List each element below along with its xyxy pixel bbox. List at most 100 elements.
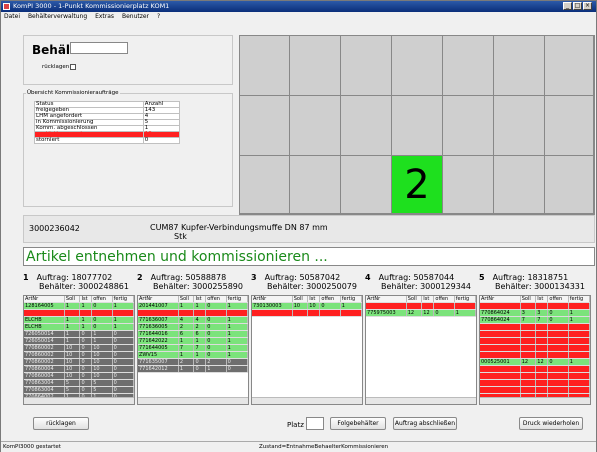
close-button[interactable]: ×: [583, 2, 592, 10]
order-row[interactable]: 201441007 1 1 0 1: [138, 302, 248, 310]
order-cell: 0: [91, 323, 113, 331]
order-cell: 726050014: [24, 337, 65, 345]
order-cell: 1: [454, 309, 476, 317]
uebersicht-row[interactable]: storniert 0: [34, 137, 181, 144]
order-cell: [520, 337, 537, 345]
order-cell: [547, 337, 569, 345]
order-4: 4 Auftrag: 50587044 Behälter: 3000129344 …: [365, 273, 480, 412]
order-cell: 10: [64, 365, 81, 373]
order-row[interactable]: 771636005 2 2 0 1: [138, 323, 248, 331]
order-cell: 10: [91, 365, 113, 373]
order-row[interactable]: 771635007 2 0 2 0: [138, 358, 248, 366]
order-row[interactable]: 770860002 10 0 10 0: [24, 344, 134, 352]
order-row[interactable]: ...: [480, 302, 590, 310]
horizontal-scrollbar[interactable]: [24, 397, 134, 404]
minimize-button[interactable]: _: [563, 2, 572, 10]
order-cell: 1: [568, 316, 590, 324]
order-row[interactable]: ELCHB 1 1 0 1: [24, 323, 134, 331]
order-cell: 2: [205, 358, 227, 366]
menu-help[interactable]: ?: [154, 13, 163, 20]
order-row[interactable]: ... 1 1 0 1: [24, 309, 134, 317]
order-row[interactable]: 770860002 10 0 10 0: [24, 351, 134, 359]
order-cell: 770864024: [480, 309, 521, 317]
order-cell: [535, 302, 549, 310]
order-cell: 1: [112, 302, 134, 310]
menu-datei[interactable]: Datei: [1, 13, 23, 20]
order-cell: 128164005: [24, 302, 65, 310]
horizontal-scrollbar[interactable]: [252, 397, 362, 404]
order-row[interactable]: ELCHB 1 1 0 1: [24, 316, 134, 324]
order-row[interactable]: 000525001 12 12 0 1: [480, 358, 590, 366]
order-list[interactable]: ArtNr Soll Ist offen fertig... 770864024 3 3 0 1 7…: [479, 295, 591, 405]
order-row[interactable]: 770864024 7 7 0 1: [480, 316, 590, 324]
order-list[interactable]: ArtNr Soll Ist offen fertig 201441007 1 1 0 1... 1…: [137, 295, 249, 405]
auftrag-abschliessen-button[interactable]: Auftrag abschließen: [393, 417, 457, 430]
uebersicht-status: storniert: [34, 137, 144, 144]
horizontal-scrollbar[interactable]: [480, 397, 590, 404]
order-row[interactable]: 726050014 1 0 1 0: [24, 337, 134, 345]
order-row[interactable]: ...: [480, 351, 590, 359]
order-row[interactable]: ... 1: [366, 302, 476, 310]
order-row[interactable]: ...: [480, 386, 590, 394]
order-row[interactable]: 128164005 1 1 0 1: [24, 302, 134, 310]
order-row[interactable]: 770860004 10 0 10 0: [24, 365, 134, 373]
ruecklagen-checkbox[interactable]: [70, 64, 76, 70]
order-cell: 1: [91, 330, 113, 338]
order-row[interactable]: ...: [480, 330, 590, 338]
order-row[interactable]: 771644016 6 6 0 1: [138, 330, 248, 338]
order-row[interactable]: 775975003 12 12 0 1: [366, 309, 476, 317]
order-cell: [568, 379, 590, 387]
druck-wiederholen-button[interactable]: Druck wiederholen: [519, 417, 583, 430]
order-cell: [547, 330, 569, 338]
order-row[interactable]: 770860002 10 0 10 0: [24, 358, 134, 366]
order-cell: 771636007: [138, 316, 179, 324]
order-cell: 1: [112, 316, 134, 324]
order-row[interactable]: ... 1 1 0 1: [138, 309, 248, 317]
order-cell: 0: [226, 365, 248, 373]
maximize-button[interactable]: □: [573, 2, 582, 10]
horizontal-scrollbar[interactable]: [366, 397, 476, 404]
order-list[interactable]: ArtNr Soll Ist offen fertig 128164005 1 1 0 1... 1…: [23, 295, 135, 405]
horizontal-scrollbar[interactable]: [138, 397, 248, 404]
order-cell: [520, 351, 537, 359]
platz-input[interactable]: [306, 417, 324, 430]
order-cell: 1: [454, 302, 476, 310]
order-row[interactable]: 730130003 10 10 0 1: [252, 302, 362, 310]
folgebehaelter-button[interactable]: Folgebehälter: [330, 417, 386, 430]
menu-behaelterverwaltung[interactable]: Behälterverwaltung: [25, 13, 90, 20]
order-row[interactable]: 770863004 5 0 5 0: [24, 379, 134, 387]
order-row[interactable]: ...: [480, 372, 590, 380]
order-row[interactable]: 770860004 10 0 10 0: [24, 372, 134, 380]
order-row[interactable]: ... 1: [252, 309, 362, 317]
order-row[interactable]: ...: [480, 379, 590, 387]
behaelter-input[interactable]: [70, 42, 128, 54]
order-cell: 000525001: [480, 358, 521, 366]
ruecklagen-button[interactable]: rücklagen: [33, 417, 89, 430]
order-row[interactable]: 771644005 7 7 0 1: [138, 344, 248, 352]
order-list[interactable]: ArtNr Soll Ist offen fertig 730130003 10 10 0 1..…: [251, 295, 363, 405]
order-row[interactable]: ...: [480, 323, 590, 331]
window-title: KomPI 3000 - 1-Punkt Kommissionierplatz …: [13, 2, 170, 10]
order-row[interactable]: 770864024 3 3 0 1: [480, 309, 590, 317]
order-cell: 1: [79, 302, 93, 310]
order-row[interactable]: 771636007 4 4 0 1: [138, 316, 248, 324]
order-list[interactable]: ArtNr Soll Ist offen fertig... 1 775975003 12 12…: [365, 295, 477, 405]
order-table: ArtNr Soll Ist offen fertig 201441007 1 1 0 1... 1…: [138, 296, 248, 373]
order-row[interactable]: 771642022 1 1 0 1: [138, 337, 248, 345]
order-row[interactable]: ...: [480, 344, 590, 352]
order-row[interactable]: 771642012 1 0 1 0: [138, 365, 248, 373]
order-cell: [520, 372, 537, 380]
auftrag-label: Auftrag:: [378, 273, 411, 282]
order-cell: [535, 372, 549, 380]
order-row[interactable]: ZWV15 1 1 0 1: [138, 351, 248, 359]
menu-benutzer[interactable]: Benutzer: [119, 13, 152, 20]
order-row[interactable]: ...: [480, 337, 590, 345]
order-cell: 726050014: [24, 330, 65, 338]
order-row[interactable]: 770863004 5 0 5 0: [24, 386, 134, 394]
order-row[interactable]: ...: [480, 365, 590, 373]
menu-extras[interactable]: Extras: [92, 13, 117, 20]
auftrag-label: Auftrag:: [264, 273, 297, 282]
order-cell: 0: [319, 302, 341, 310]
order-cell: [535, 365, 549, 373]
order-row[interactable]: 726050014 1 0 1 0: [24, 330, 134, 338]
